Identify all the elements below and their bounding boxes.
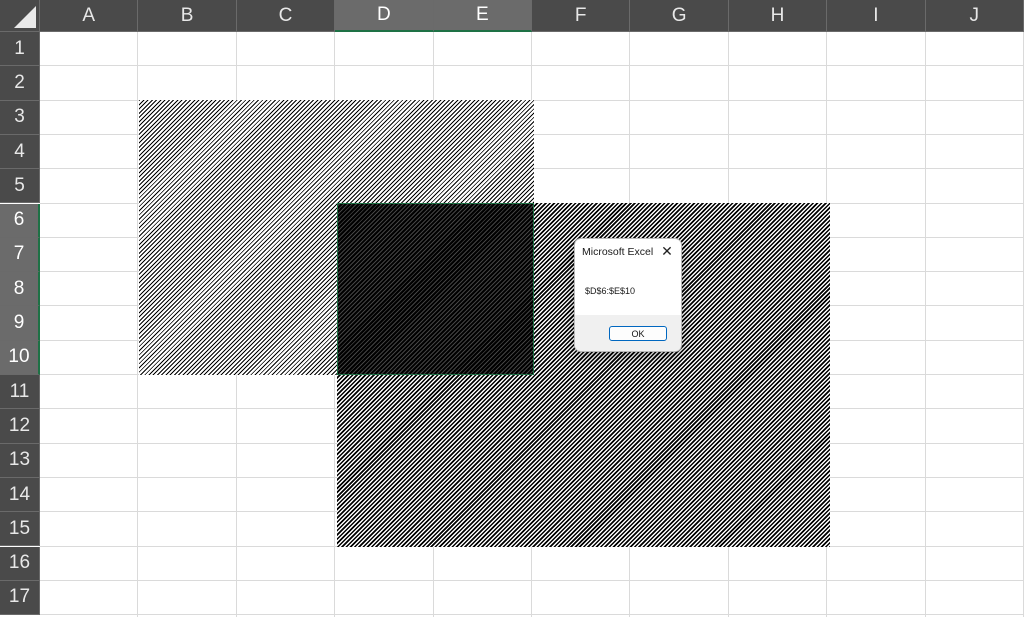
grid-row-line bbox=[40, 65, 1024, 67]
row-header-5[interactable]: 5 bbox=[0, 169, 40, 204]
column-header-e[interactable]: E bbox=[433, 0, 532, 32]
row-header-15[interactable]: 15 bbox=[0, 512, 40, 547]
dialog-title: Microsoft Excel bbox=[582, 246, 654, 258]
worksheet[interactable]: ABCDEFGHIJ 1 2 3 4 5 6 7 8 9 10 11 12 13 14 15 16 17 Mic… bbox=[0, 0, 1024, 617]
column-header-j[interactable]: J bbox=[925, 0, 1024, 32]
row-header-8[interactable]: 8 bbox=[0, 272, 40, 307]
column-header-c[interactable]: C bbox=[236, 0, 336, 32]
ok-button[interactable]: OK bbox=[609, 326, 667, 341]
column-header-d[interactable]: D bbox=[335, 0, 434, 32]
column-header-h[interactable]: H bbox=[728, 0, 828, 32]
row-header-17[interactable]: 17 bbox=[0, 580, 40, 616]
column-header-b[interactable]: B bbox=[138, 0, 237, 32]
row-header-11[interactable]: 11 bbox=[0, 375, 40, 410]
row-header-1[interactable]: 1 bbox=[0, 32, 40, 67]
select-all-triangle-icon bbox=[14, 6, 36, 28]
grid-row-line bbox=[40, 579, 1024, 581]
row-header-9[interactable]: 9 bbox=[0, 306, 40, 341]
row-header-16[interactable]: 16 bbox=[0, 546, 40, 581]
row-header-6[interactable]: 6 bbox=[0, 203, 40, 238]
dialog-message: $D$6:$E$10 bbox=[585, 286, 636, 296]
row-header-13[interactable]: 13 bbox=[0, 443, 40, 478]
selected-range-outline bbox=[337, 203, 534, 375]
grid-row-line bbox=[40, 614, 1024, 616]
column-header-i[interactable]: I bbox=[827, 0, 926, 32]
select-all-corner[interactable] bbox=[0, 0, 40, 32]
column-header-a[interactable]: A bbox=[40, 0, 139, 32]
row-header-4[interactable]: 4 bbox=[0, 134, 40, 170]
row-header-7[interactable]: 7 bbox=[0, 237, 40, 273]
column-header-f[interactable]: F bbox=[532, 0, 631, 32]
row-header-10[interactable]: 10 bbox=[0, 340, 40, 375]
message-box-dialog: Microsoft Excel ✕ $D$6:$E$10 OK bbox=[574, 238, 682, 352]
row-header-14[interactable]: 14 bbox=[0, 477, 40, 513]
column-header-g[interactable]: G bbox=[630, 0, 729, 32]
row-header-3[interactable]: 3 bbox=[0, 100, 40, 135]
grid-column-line bbox=[924, 32, 926, 617]
close-icon[interactable]: ✕ bbox=[659, 242, 675, 260]
row-header-2[interactable]: 2 bbox=[0, 66, 40, 101]
row-header-12[interactable]: 12 bbox=[0, 409, 40, 444]
